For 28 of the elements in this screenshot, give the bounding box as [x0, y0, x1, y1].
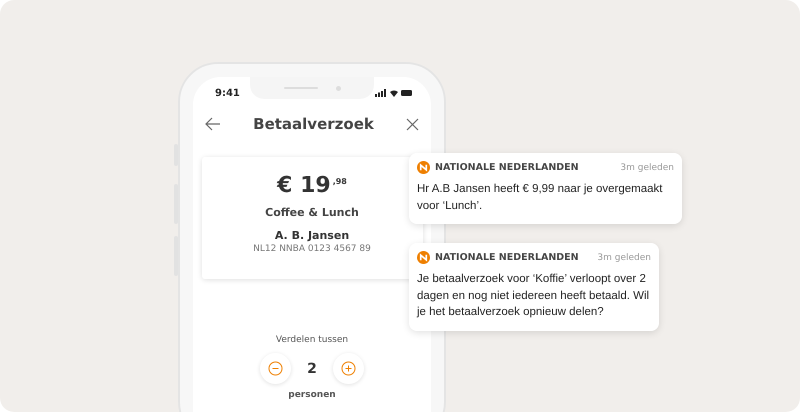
notification-time: 3m geleden	[620, 162, 674, 172]
decrement-button[interactable]	[260, 353, 292, 384]
amount: € 19	[277, 173, 331, 198]
notification-sender: NATIONALE NEDERLANDEN	[435, 162, 580, 173]
status-time: 9:41	[215, 88, 240, 98]
logo-icon	[417, 161, 430, 174]
minus-icon	[268, 361, 284, 376]
notification-card[interactable]: NATIONALE NEDERLANDEN 3m geleden Hr A.B Jansen heeft € 9,99 naar je overgemaakt voor ‘Lunch’.	[409, 153, 682, 224]
close-icon[interactable]	[406, 118, 419, 130]
split-unit: personen	[288, 390, 336, 400]
payee-name: A. B. Jansen	[274, 229, 350, 242]
notification-card[interactable]: NATIONALE NEDERLANDEN 3m geleden Je betaalverzoek voor ‘Koffie’ verloopt over 2 dagen en nog niet iedereen heeft betaald. Wil je het betaalverzoek opnieuw delen?	[409, 243, 659, 332]
notification-message: Hr A.B Jansen heeft € 9,99 naar je overgemaakt voor ‘Lunch’.	[417, 182, 664, 214]
amount-cents: ,98	[332, 177, 347, 186]
split-label: Verdelen tussen	[276, 335, 348, 345]
screen-title: Betaalverzoek	[253, 115, 374, 133]
notification-sender: NATIONALE NEDERLANDEN	[435, 252, 580, 263]
person-count: 2	[307, 360, 317, 376]
increment-button[interactable]	[332, 353, 364, 384]
status-icons	[375, 89, 413, 97]
notification-time: 3m geleden	[597, 252, 651, 262]
camera-icon	[336, 86, 340, 90]
logo-icon	[417, 251, 430, 264]
payment-description: Coffee & Lunch	[265, 206, 359, 219]
plus-icon	[340, 361, 356, 376]
notification-message: Je betaalverzoek voor ‘Koffie’ verloopt over 2 dagen en nog niet iedereen heeft betaald. Wil je het betaalverzoek opnieuw delen?	[417, 272, 650, 320]
iban: NL12 NNBA 0123 4567 89	[253, 244, 371, 254]
back-arrow-icon[interactable]	[205, 117, 221, 131]
